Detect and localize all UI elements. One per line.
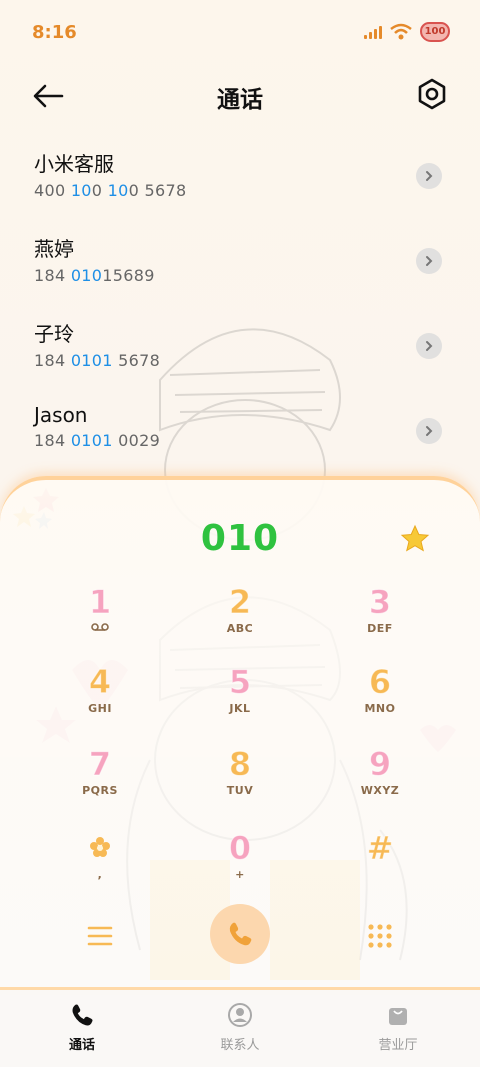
status-bar: 8:16 100 bbox=[0, 0, 480, 66]
key-4[interactable]: 4 GHI bbox=[40, 664, 160, 744]
bottom-tab-bar: 通话 联系人 营业厅 bbox=[0, 990, 480, 1067]
battery-icon: 100 bbox=[420, 22, 450, 42]
contact-number: 400 100 100 5678 bbox=[34, 181, 187, 200]
store-bag-icon bbox=[338, 1000, 458, 1030]
contact-results-list: 小米客服 400 100 100 5678 燕婷 184 01015689 子玲… bbox=[0, 138, 480, 478]
contact-name: Jason bbox=[34, 403, 88, 427]
tab-store[interactable]: 营业厅 bbox=[338, 1000, 458, 1053]
favorite-star-icon[interactable] bbox=[400, 524, 430, 554]
dialer-actions bbox=[0, 898, 480, 978]
key-1[interactable]: 1 bbox=[40, 584, 160, 664]
dialpad-grid-icon[interactable] bbox=[366, 922, 394, 950]
contact-item[interactable]: 子玲 184 0101 5678 bbox=[0, 308, 480, 393]
phone-icon bbox=[22, 1000, 142, 1030]
contact-number: 184 0101 0029 bbox=[34, 431, 161, 450]
key-2[interactable]: 2 ABC bbox=[180, 584, 300, 664]
contacts-icon bbox=[180, 1000, 300, 1030]
top-bar: 通话 bbox=[0, 66, 480, 126]
phone-call-icon bbox=[229, 922, 252, 946]
settings-hexagon-icon[interactable] bbox=[414, 76, 450, 112]
key-8[interactable]: 8 TUV bbox=[180, 746, 300, 826]
chevron-right-icon bbox=[426, 171, 433, 181]
menu-icon[interactable] bbox=[86, 922, 114, 950]
contact-name: 小米客服 bbox=[34, 152, 114, 176]
contact-detail-button[interactable] bbox=[416, 333, 442, 359]
key-3[interactable]: 3 DEF bbox=[320, 584, 440, 664]
contact-detail-button[interactable] bbox=[416, 418, 442, 444]
cell-signal-icon bbox=[364, 25, 382, 39]
contact-item[interactable]: 小米客服 400 100 100 5678 bbox=[0, 138, 480, 223]
tab-calls[interactable]: 通话 bbox=[22, 1000, 142, 1053]
chevron-right-icon bbox=[426, 341, 433, 351]
wifi-icon bbox=[390, 23, 412, 40]
key-5[interactable]: 5 JKL bbox=[180, 664, 300, 744]
status-icons: 100 bbox=[364, 22, 450, 42]
tab-contacts[interactable]: 联系人 bbox=[180, 1000, 300, 1053]
key-7[interactable]: 7 PQRS bbox=[40, 746, 160, 826]
dialpad-panel: 010 1 2 ABC 3 DEF 4 GHI 5 JKL 6 MNO 7 PQ… bbox=[0, 476, 480, 990]
contact-item[interactable]: 燕婷 184 01015689 bbox=[0, 223, 480, 308]
contact-item[interactable]: Jason 184 0101 0029 bbox=[0, 393, 480, 478]
voicemail-icon bbox=[40, 622, 160, 635]
flower-star-icon bbox=[40, 830, 160, 866]
contact-detail-button[interactable] bbox=[416, 248, 442, 274]
key-9[interactable]: 9 WXYZ bbox=[320, 746, 440, 826]
chevron-right-icon bbox=[426, 256, 433, 266]
status-time: 8:16 bbox=[32, 22, 77, 43]
contact-name: 燕婷 bbox=[34, 237, 74, 261]
contact-detail-button[interactable] bbox=[416, 163, 442, 189]
contact-number: 184 01015689 bbox=[34, 266, 155, 285]
call-button[interactable] bbox=[210, 904, 270, 964]
key-6[interactable]: 6 MNO bbox=[320, 664, 440, 744]
contact-number: 184 0101 5678 bbox=[34, 351, 161, 370]
page-title: 通话 bbox=[217, 87, 263, 113]
contact-name: 子玲 bbox=[34, 322, 74, 346]
chevron-right-icon bbox=[426, 426, 433, 436]
